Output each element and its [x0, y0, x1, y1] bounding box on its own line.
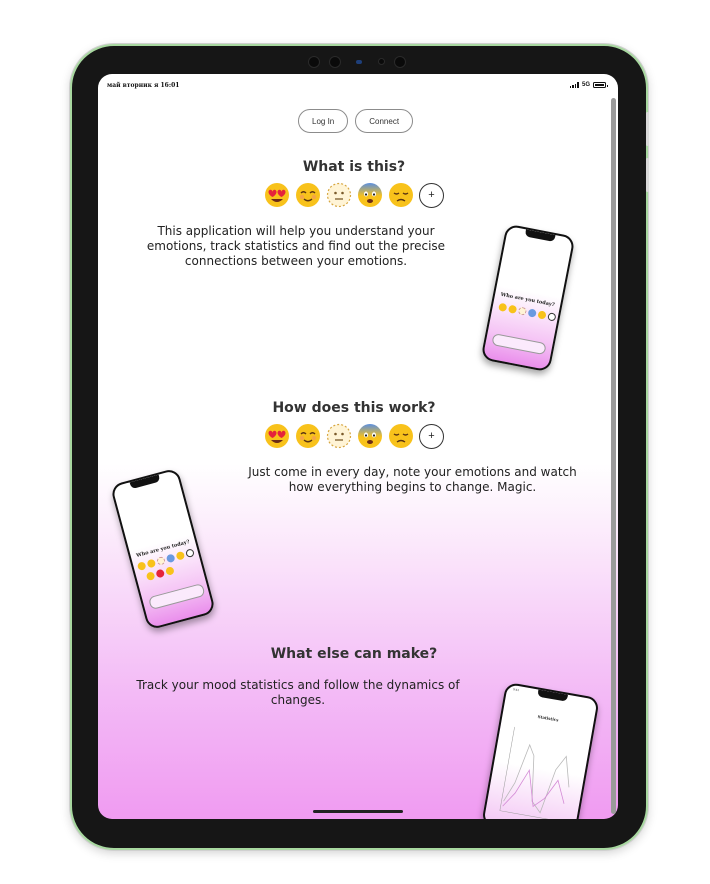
- scrollbar[interactable]: [611, 98, 616, 814]
- section-text-what: This application will help you understan…: [146, 224, 446, 268]
- add-emotion-button[interactable]: +: [419, 423, 444, 449]
- emoji-row: +: [264, 182, 444, 208]
- login-button[interactable]: Log In: [298, 109, 349, 133]
- status-bar: май вторник я 16:01 5G: [98, 74, 618, 96]
- stats-chart-icon: [499, 726, 570, 819]
- add-emotion-button[interactable]: +: [419, 182, 444, 208]
- volume-button: [646, 158, 649, 192]
- camera-icon: [329, 56, 341, 68]
- heart-eyes-emoji-icon[interactable]: [264, 182, 290, 208]
- battery-icon: [593, 82, 608, 88]
- network-label: 5G: [581, 82, 590, 88]
- dotted-neutral-emoji-icon[interactable]: [326, 182, 352, 208]
- volume-button: [646, 112, 649, 146]
- disappointed-emoji-icon[interactable]: [388, 182, 414, 208]
- section-title-how: How does this work?: [272, 400, 436, 416]
- camera-icon: [394, 56, 406, 68]
- smiling-blush-emoji-icon[interactable]: [295, 423, 321, 449]
- sensor-icon: [378, 58, 385, 65]
- signal-icon: [569, 82, 579, 88]
- home-indicator[interactable]: [313, 810, 403, 813]
- section-title-what: What is this?: [302, 159, 406, 175]
- mockup-time: 9:41: [512, 687, 520, 693]
- screen: май вторник я 16:01 5G Log In Connect Wh…: [98, 74, 618, 819]
- sensor-icon: [356, 60, 362, 64]
- disappointed-emoji-icon[interactable]: [388, 423, 414, 449]
- heart-eyes-emoji-icon[interactable]: [264, 423, 290, 449]
- smiling-blush-emoji-icon[interactable]: [295, 182, 321, 208]
- connect-button[interactable]: Connect: [355, 109, 414, 133]
- fearful-emoji-icon[interactable]: [357, 423, 383, 449]
- auth-buttons: Log In Connect: [298, 109, 414, 133]
- phone-mockup: Who are you today?: [109, 467, 217, 631]
- emoji-row: +: [264, 423, 444, 449]
- fearful-emoji-icon[interactable]: [357, 182, 383, 208]
- section-title-else: What else can make?: [270, 646, 438, 662]
- camera-icon: [308, 56, 320, 68]
- status-indicators: 5G: [569, 82, 608, 88]
- section-text-how: Just come in every day, note your emotio…: [248, 465, 577, 494]
- status-time: май вторник я 16:01: [107, 82, 180, 89]
- section-text-else: Track your mood statistics and follow th…: [136, 678, 460, 707]
- dotted-neutral-emoji-icon[interactable]: [326, 423, 352, 449]
- phone-mockup: Who are you today?: [480, 223, 576, 373]
- phone-mockup: 9:41 Statistics: [481, 681, 600, 819]
